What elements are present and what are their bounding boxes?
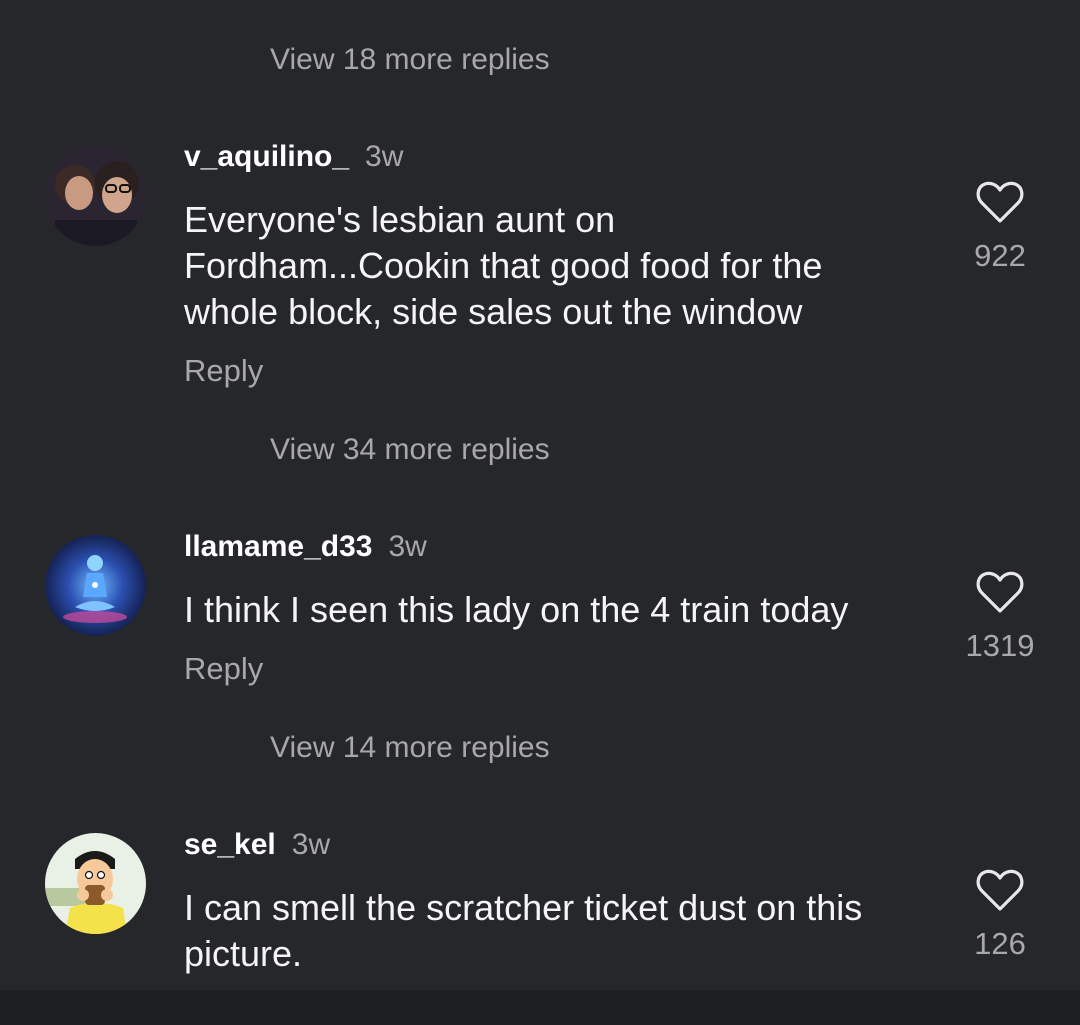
bottom-bar — [0, 990, 1080, 1025]
comment-text: I think I seen this lady on the 4 train … — [184, 589, 849, 630]
view-more-replies-button[interactable]: View 14 more replies — [270, 731, 550, 765]
comment-text: I can smell the scratcher ticket dust on… — [184, 887, 863, 974]
like-count: 126 — [974, 926, 1026, 961]
like-count: 922 — [974, 238, 1026, 273]
like-group: 922 — [950, 180, 1050, 274]
avatar[interactable] — [45, 535, 146, 636]
like-group: 1319 — [950, 570, 1050, 664]
comment-time: 3w — [388, 530, 427, 563]
heart-icon[interactable] — [976, 868, 1024, 912]
comment-time: 3w — [291, 828, 331, 861]
like-count: 1319 — [965, 628, 1035, 663]
like-group: 126 — [950, 868, 1050, 962]
comment-header: v_aquilino_ 3w — [184, 140, 403, 174]
heart-icon[interactable] — [976, 570, 1024, 614]
reply-button[interactable]: Reply — [184, 353, 263, 389]
username-link[interactable]: v_aquilino_ — [184, 140, 349, 173]
comment-header: se_kel 3w — [184, 828, 330, 862]
comment-text: Everyone's lesbian aunt on Fordham...Coo… — [184, 199, 823, 332]
reply-button[interactable]: Reply — [184, 651, 263, 687]
heart-icon[interactable] — [976, 180, 1024, 224]
avatar[interactable] — [45, 833, 146, 934]
comment-header: llamame_d33 3w — [184, 530, 427, 564]
view-more-replies-button[interactable]: View 34 more replies — [270, 433, 550, 467]
avatar[interactable] — [45, 145, 146, 246]
username-link[interactable]: llamame_d33 — [184, 530, 372, 563]
comment-time: 3w — [365, 140, 404, 173]
view-more-replies-button[interactable]: View 18 more replies — [270, 43, 550, 77]
username-link[interactable]: se_kel — [184, 828, 276, 861]
